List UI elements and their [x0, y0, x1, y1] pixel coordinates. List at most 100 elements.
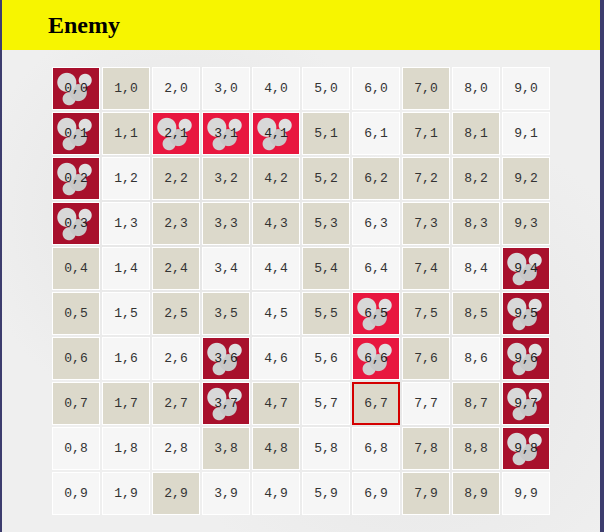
grid-cell[interactable]: 8,2 — [452, 157, 500, 200]
grid-cell[interactable]: 2,0 — [152, 67, 200, 110]
grid-cell[interactable]: 4,9 — [252, 472, 300, 515]
grid-cell[interactable]: 0,2 — [52, 157, 100, 200]
grid-cell[interactable]: 1,3 — [102, 202, 150, 245]
grid-cell[interactable]: 2,7 — [152, 382, 200, 425]
grid-cell[interactable]: 0,9 — [52, 472, 100, 515]
grid-cell[interactable]: 7,8 — [402, 427, 450, 470]
grid-cell[interactable]: 4,1 — [252, 112, 300, 155]
grid-cell[interactable]: 0,3 — [52, 202, 100, 245]
grid-cell[interactable]: 8,5 — [452, 292, 500, 335]
grid-cell[interactable]: 4,4 — [252, 247, 300, 290]
grid-cell[interactable]: 7,9 — [402, 472, 450, 515]
grid-cell[interactable]: 3,5 — [202, 292, 250, 335]
grid-cell[interactable]: 9,8 — [502, 427, 550, 470]
grid-cell[interactable]: 7,0 — [402, 67, 450, 110]
grid-cell[interactable]: 2,6 — [152, 337, 200, 380]
grid-cell[interactable]: 6,7 — [352, 382, 400, 425]
grid-cell[interactable]: 1,7 — [102, 382, 150, 425]
grid-cell[interactable]: 9,0 — [502, 67, 550, 110]
grid-cell[interactable]: 9,3 — [502, 202, 550, 245]
grid-cell[interactable]: 9,2 — [502, 157, 550, 200]
grid-cell[interactable]: 8,3 — [452, 202, 500, 245]
grid-cell[interactable]: 3,9 — [202, 472, 250, 515]
grid-cell[interactable]: 1,8 — [102, 427, 150, 470]
grid-cell[interactable]: 0,7 — [52, 382, 100, 425]
grid-cell[interactable]: 9,6 — [502, 337, 550, 380]
grid-cell[interactable]: 3,2 — [202, 157, 250, 200]
grid-cell[interactable]: 8,9 — [452, 472, 500, 515]
grid-cell[interactable]: 4,2 — [252, 157, 300, 200]
grid-cell[interactable]: 4,3 — [252, 202, 300, 245]
grid-cell[interactable]: 1,6 — [102, 337, 150, 380]
grid-cell[interactable]: 6,8 — [352, 427, 400, 470]
grid-cell[interactable]: 4,6 — [252, 337, 300, 380]
grid-cell[interactable]: 9,1 — [502, 112, 550, 155]
grid-cell[interactable]: 9,9 — [502, 472, 550, 515]
grid-cell[interactable]: 7,6 — [402, 337, 450, 380]
grid-cell[interactable]: 4,7 — [252, 382, 300, 425]
grid-cell[interactable]: 8,1 — [452, 112, 500, 155]
grid-cell[interactable]: 4,5 — [252, 292, 300, 335]
grid-cell[interactable]: 6,1 — [352, 112, 400, 155]
grid-cell[interactable]: 6,6 — [352, 337, 400, 380]
grid-cell[interactable]: 3,8 — [202, 427, 250, 470]
grid-cell[interactable]: 3,1 — [202, 112, 250, 155]
grid-cell[interactable]: 7,4 — [402, 247, 450, 290]
grid-cell[interactable]: 2,5 — [152, 292, 200, 335]
grid-cell[interactable]: 4,8 — [252, 427, 300, 470]
grid-cell[interactable]: 5,7 — [302, 382, 350, 425]
grid-cell[interactable]: 0,1 — [52, 112, 100, 155]
grid-cell[interactable]: 5,2 — [302, 157, 350, 200]
grid-cell[interactable]: 1,1 — [102, 112, 150, 155]
grid-cell[interactable]: 0,8 — [52, 427, 100, 470]
grid-cell[interactable]: 3,6 — [202, 337, 250, 380]
grid-cell[interactable]: 6,2 — [352, 157, 400, 200]
grid-cell[interactable]: 5,4 — [302, 247, 350, 290]
grid-cell[interactable]: 0,5 — [52, 292, 100, 335]
grid-cell[interactable]: 5,6 — [302, 337, 350, 380]
grid-cell[interactable]: 8,6 — [452, 337, 500, 380]
grid-cell[interactable]: 3,3 — [202, 202, 250, 245]
grid-cell[interactable]: 9,7 — [502, 382, 550, 425]
grid-cell[interactable]: 6,9 — [352, 472, 400, 515]
grid-cell[interactable]: 2,4 — [152, 247, 200, 290]
grid-cell[interactable]: 0,4 — [52, 247, 100, 290]
grid-cell[interactable]: 6,4 — [352, 247, 400, 290]
grid-cell[interactable]: 3,0 — [202, 67, 250, 110]
grid-cell[interactable]: 9,4 — [502, 247, 550, 290]
grid-cell[interactable]: 6,3 — [352, 202, 400, 245]
grid-cell[interactable]: 6,0 — [352, 67, 400, 110]
grid-cell[interactable]: 5,9 — [302, 472, 350, 515]
grid-cell[interactable]: 7,1 — [402, 112, 450, 155]
grid-cell[interactable]: 5,5 — [302, 292, 350, 335]
grid-cell[interactable]: 2,8 — [152, 427, 200, 470]
grid-cell[interactable]: 1,4 — [102, 247, 150, 290]
grid-cell[interactable]: 0,6 — [52, 337, 100, 380]
grid-cell[interactable]: 1,9 — [102, 472, 150, 515]
grid-cell[interactable]: 2,1 — [152, 112, 200, 155]
grid-cell[interactable]: 7,7 — [402, 382, 450, 425]
grid-cell[interactable]: 5,8 — [302, 427, 350, 470]
grid-cell[interactable]: 8,8 — [452, 427, 500, 470]
grid-cell[interactable]: 6,5 — [352, 292, 400, 335]
grid-cell[interactable]: 1,5 — [102, 292, 150, 335]
grid-cell[interactable]: 0,0 — [52, 67, 100, 110]
grid-cell[interactable]: 8,0 — [452, 67, 500, 110]
grid-cell[interactable]: 2,2 — [152, 157, 200, 200]
grid-cell[interactable]: 3,4 — [202, 247, 250, 290]
grid-cell[interactable]: 2,3 — [152, 202, 200, 245]
grid-cell[interactable]: 5,0 — [302, 67, 350, 110]
grid-cell[interactable]: 5,3 — [302, 202, 350, 245]
grid-cell[interactable]: 4,0 — [252, 67, 300, 110]
grid-cell[interactable]: 3,7 — [202, 382, 250, 425]
grid-cell[interactable]: 7,5 — [402, 292, 450, 335]
grid-cell[interactable]: 7,2 — [402, 157, 450, 200]
grid-cell[interactable]: 8,7 — [452, 382, 500, 425]
grid-cell[interactable]: 8,4 — [452, 247, 500, 290]
grid-cell[interactable]: 2,9 — [152, 472, 200, 515]
grid-cell[interactable]: 5,1 — [302, 112, 350, 155]
grid-cell[interactable]: 1,2 — [102, 157, 150, 200]
grid-cell[interactable]: 7,3 — [402, 202, 450, 245]
grid-cell[interactable]: 1,0 — [102, 67, 150, 110]
grid-cell[interactable]: 9,5 — [502, 292, 550, 335]
